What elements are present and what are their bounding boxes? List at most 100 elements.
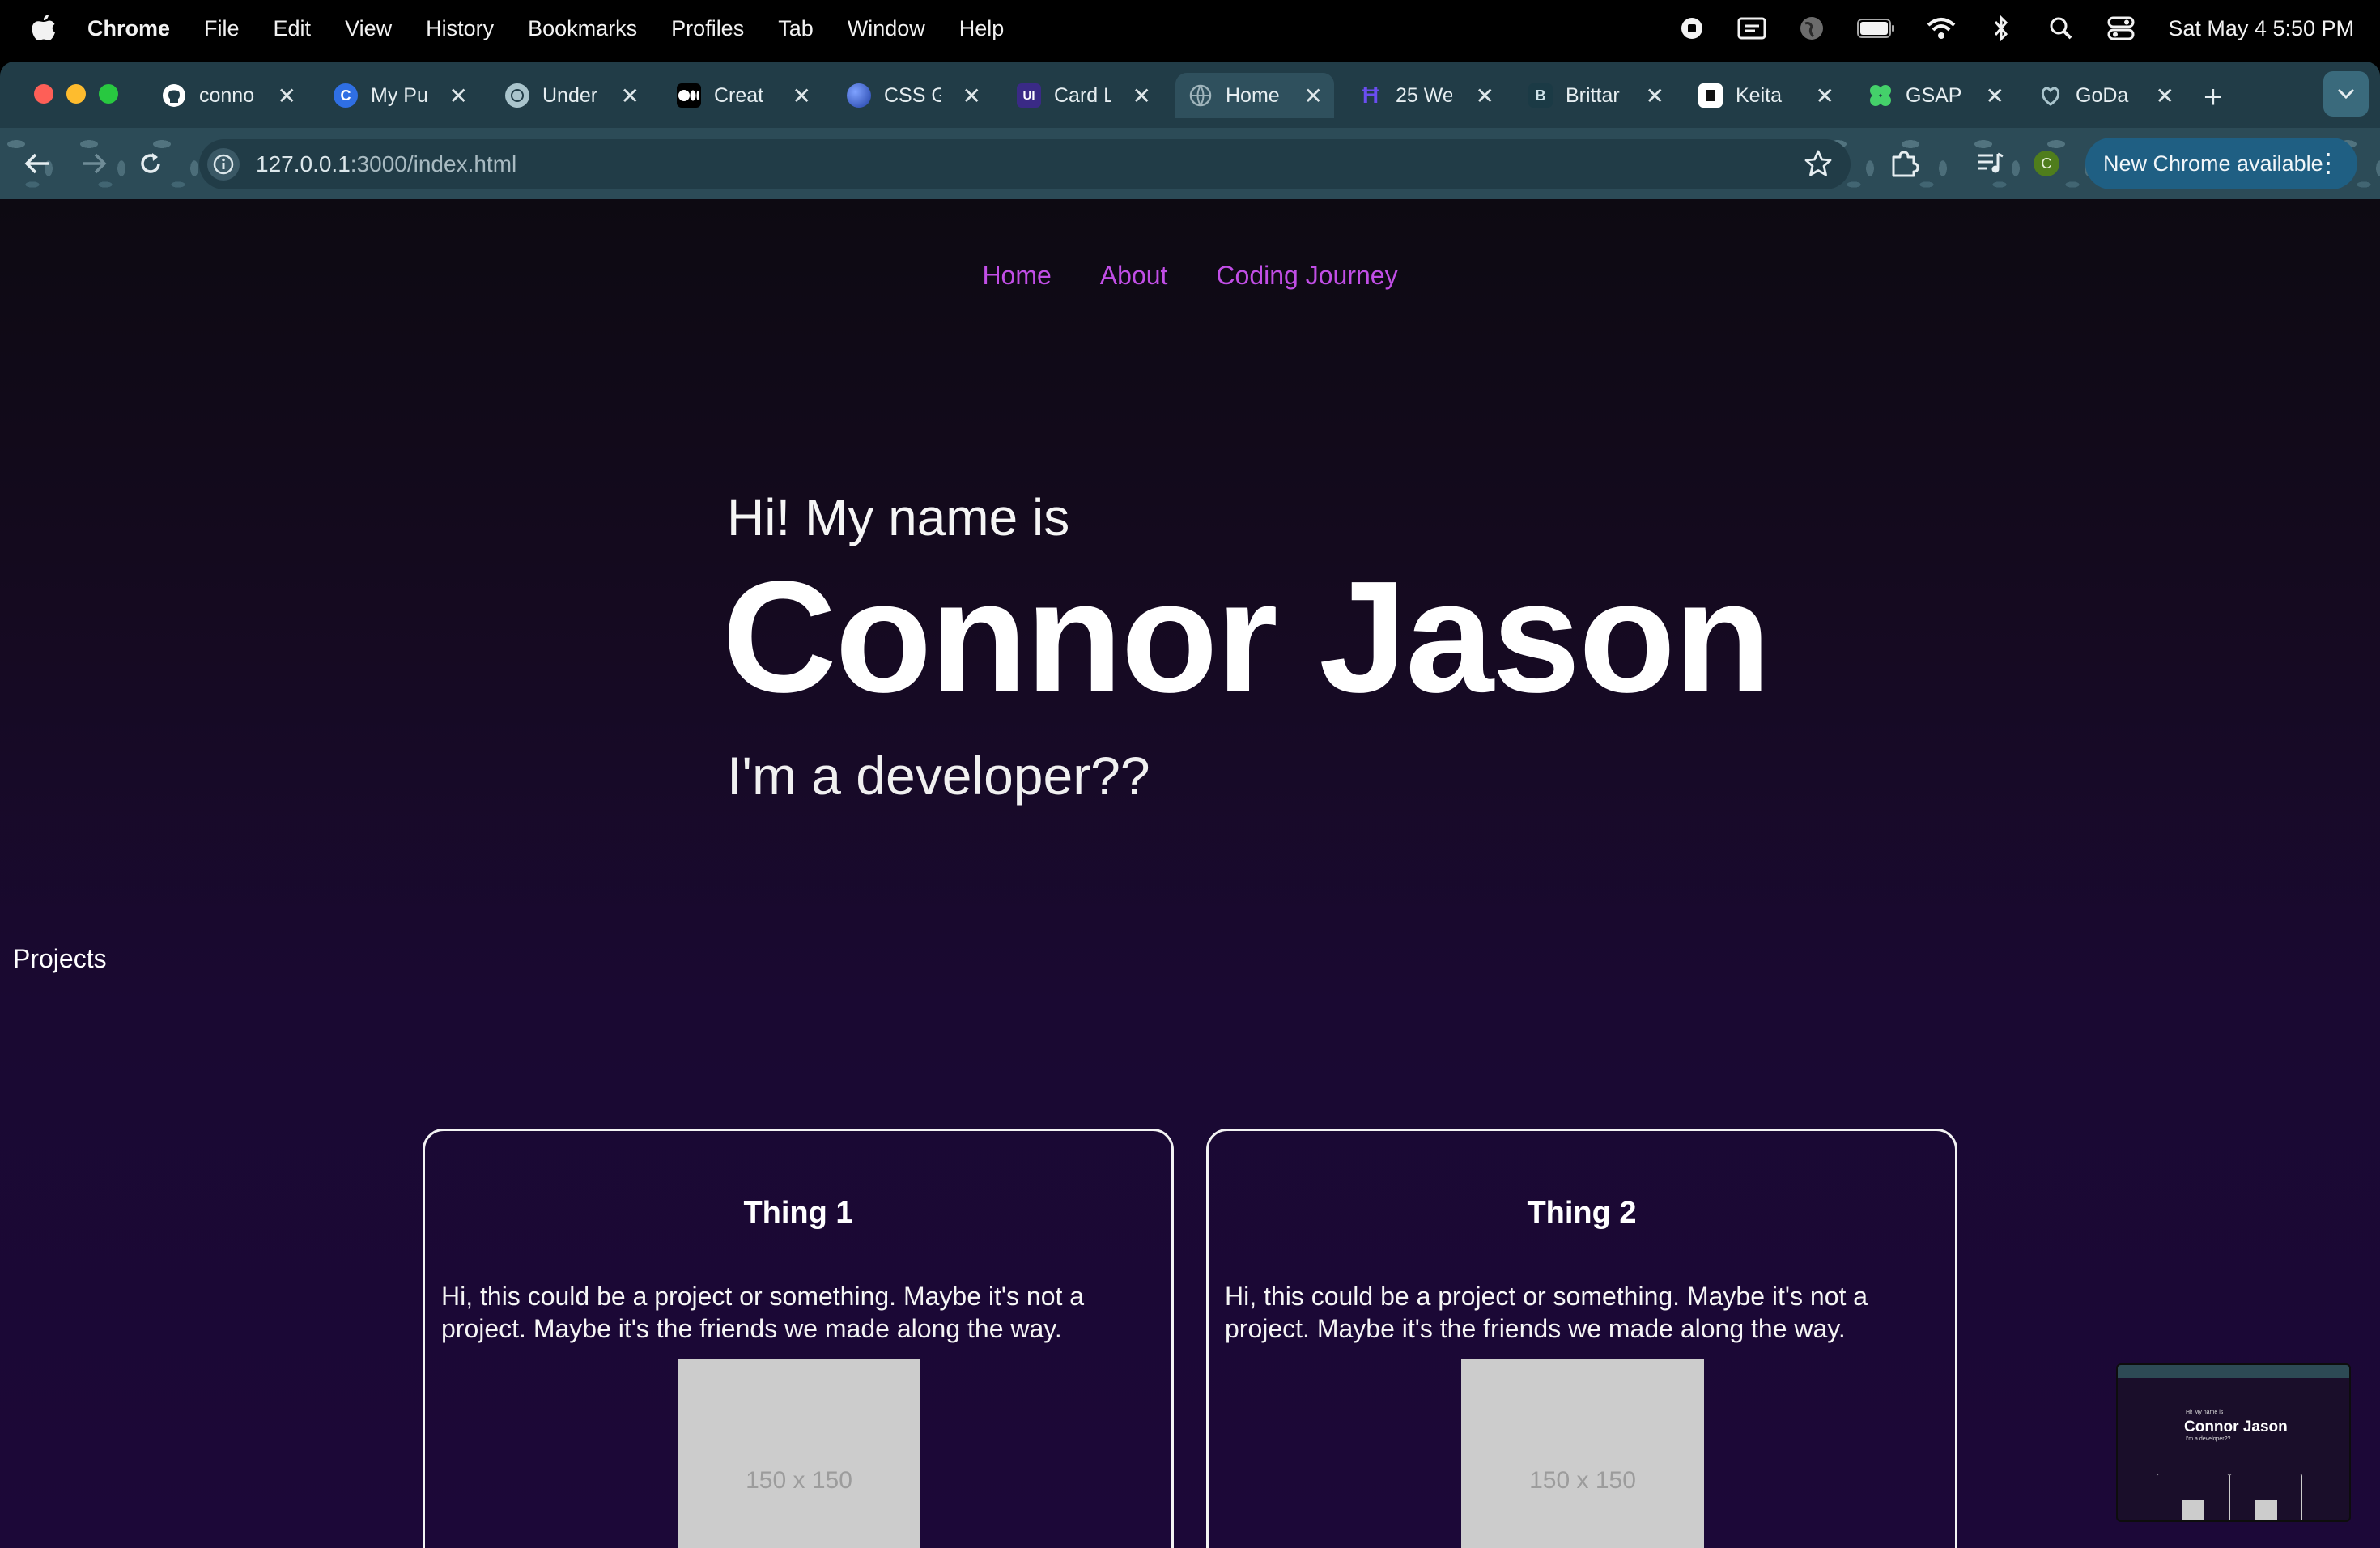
tab-11[interactable]: GoDa ✕	[2027, 73, 2186, 118]
bookmark-star-icon[interactable]	[1804, 149, 1833, 182]
url-path: :3000/index.html	[350, 151, 517, 176]
menu-tab[interactable]: Tab	[778, 16, 814, 41]
tab-label: Card L	[1054, 83, 1111, 107]
close-tab-icon[interactable]: ✕	[1816, 83, 1834, 109]
card-description: Hi, this could be a project or something…	[441, 1282, 1085, 1343]
close-tab-icon[interactable]: ✕	[1133, 83, 1151, 109]
wifi-icon[interactable]	[1927, 14, 1956, 43]
hero-greeting: Hi! My name is	[727, 488, 1070, 546]
tab-8[interactable]: B Brittar ✕	[1517, 73, 1676, 118]
back-icon[interactable]	[19, 146, 55, 181]
tab-6-active[interactable]: Home ✕	[1175, 73, 1334, 118]
forward-icon[interactable]	[76, 146, 112, 181]
thumbnail-card	[2157, 1474, 2229, 1520]
menu-file[interactable]: File	[204, 16, 240, 41]
card-description: Hi, this could be a project or something…	[1225, 1282, 1868, 1343]
card-image-placeholder: 150 x 150	[678, 1359, 920, 1548]
close-tab-icon[interactable]: ✕	[2156, 83, 2174, 109]
card-title: Thing 1	[743, 1196, 853, 1230]
tab-label: Keita	[1736, 83, 1782, 107]
project-card-2: Thing 2 Hi, this could be a project or s…	[1206, 1129, 1957, 1548]
tab-0[interactable]: conno ✕	[149, 73, 308, 118]
godaddy-icon	[2038, 83, 2063, 108]
menu-window[interactable]: Window	[848, 16, 925, 41]
minimize-window-button[interactable]	[66, 84, 86, 104]
tab-2[interactable]: Under ✕	[492, 73, 651, 118]
close-tab-icon[interactable]: ✕	[278, 83, 296, 109]
menubar-clock[interactable]: Sat May 4 5:50 PM	[2168, 16, 2354, 41]
close-tab-icon[interactable]: ✕	[1986, 83, 2004, 109]
maximize-window-button[interactable]	[99, 84, 118, 104]
address-bar[interactable]: 127.0.0.1:3000/index.html	[199, 139, 1851, 189]
thumbnail-greeting: Hi! My name is	[2186, 1410, 2224, 1415]
tab-7[interactable]: Ħ 25 We ✕	[1347, 73, 1506, 118]
macos-menu-bar: Chrome File Edit View History Bookmarks …	[0, 0, 2380, 57]
globe-icon[interactable]	[1797, 14, 1826, 43]
profile-avatar[interactable]: C	[2029, 146, 2064, 181]
menu-bookmarks[interactable]: Bookmarks	[528, 16, 637, 41]
tab-strip: conno ✕ C My Pu ✕ Under ✕ Creat ✕ CSS G …	[0, 62, 2380, 128]
gsap-icon	[1868, 83, 1893, 108]
thumbnail-title: Connor Jason	[2184, 1418, 2288, 1435]
menu-help[interactable]: Help	[959, 16, 1005, 41]
media-controls-icon[interactable]	[1972, 146, 2008, 181]
menu-view[interactable]: View	[345, 16, 392, 41]
close-tab-icon[interactable]: ✕	[1476, 83, 1494, 109]
close-tab-icon[interactable]: ✕	[793, 83, 811, 109]
reload-icon[interactable]	[133, 146, 168, 181]
screenshot-thumbnail[interactable]: Hi! My name is Connor Jason I'm a develo…	[2116, 1363, 2351, 1522]
tab-4[interactable]: CSS G ✕	[834, 73, 992, 118]
thumbnail-role: I'm a developer??	[2186, 1436, 2231, 1442]
github-icon	[162, 83, 186, 108]
display-icon[interactable]	[1737, 14, 1766, 43]
close-tab-icon[interactable]: ✕	[1646, 83, 1664, 109]
site-info-icon[interactable]	[207, 148, 240, 181]
tab-10[interactable]: GSAP ✕	[1857, 73, 2016, 118]
record-icon[interactable]	[1677, 14, 1706, 43]
extensions-icon[interactable]	[1886, 146, 1922, 181]
menu-profiles[interactable]: Profiles	[671, 16, 744, 41]
spotlight-icon[interactable]	[2046, 14, 2076, 43]
tab-label: CSS G	[884, 83, 941, 107]
control-center-icon[interactable]	[2106, 14, 2136, 43]
bluetooth-icon[interactable]	[1987, 14, 2016, 43]
nav-link-about[interactable]: About	[1100, 261, 1168, 291]
tab-label: Creat	[714, 83, 764, 107]
tab-1[interactable]: C My Pu ✕	[321, 73, 479, 118]
hero-role: I'm a developer??	[727, 746, 1150, 806]
card-title: Thing 2	[1527, 1196, 1637, 1230]
tab-search-button[interactable]	[2323, 71, 2369, 117]
url-host: 127.0.0.1	[256, 151, 351, 176]
ui-icon: UI	[1017, 83, 1041, 108]
globe-icon	[1188, 83, 1213, 108]
close-tab-icon[interactable]: ✕	[1304, 83, 1323, 109]
menu-history[interactable]: History	[426, 16, 494, 41]
tab-3[interactable]: Creat ✕	[664, 73, 822, 118]
close-tab-icon[interactable]: ✕	[621, 83, 640, 109]
menu-app-name[interactable]: Chrome	[87, 16, 170, 41]
url-text[interactable]: 127.0.0.1:3000/index.html	[256, 151, 516, 177]
card-image-placeholder: 150 x 150	[1461, 1359, 1704, 1548]
image-placeholder-label: 150 x 150	[1529, 1467, 1636, 1494]
thumbnail-card-image	[2255, 1500, 2277, 1520]
hero-name: Connor Jason	[722, 548, 1771, 725]
close-window-button[interactable]	[34, 84, 53, 104]
nav-link-home[interactable]: Home	[982, 261, 1051, 291]
tab-label: My Pu	[371, 83, 427, 107]
battery-icon[interactable]	[1857, 14, 1896, 43]
apple-menu-icon[interactable]	[31, 13, 57, 42]
menu-edit[interactable]: Edit	[274, 16, 312, 41]
more-menu-icon[interactable]: ⋮	[2315, 147, 2341, 178]
new-chrome-available-button[interactable]: New Chrome available ⋮	[2085, 138, 2357, 189]
new-tab-icon[interactable]: +	[2204, 79, 2222, 116]
page-viewport: Home About Coding Journey Hi! My name is…	[0, 199, 2380, 1548]
thumbnail-card-image	[2182, 1500, 2204, 1520]
nav-link-coding-journey[interactable]: Coding Journey	[1216, 261, 1397, 291]
projects-heading: Projects	[13, 944, 107, 973]
close-tab-icon[interactable]: ✕	[449, 83, 468, 109]
close-tab-icon[interactable]: ✕	[963, 83, 981, 109]
image-placeholder-label: 150 x 150	[746, 1467, 852, 1494]
c-logo-icon: C	[334, 83, 358, 108]
tab-9[interactable]: Keita ✕	[1687, 73, 1846, 118]
tab-5[interactable]: UI Card L ✕	[1004, 73, 1162, 118]
